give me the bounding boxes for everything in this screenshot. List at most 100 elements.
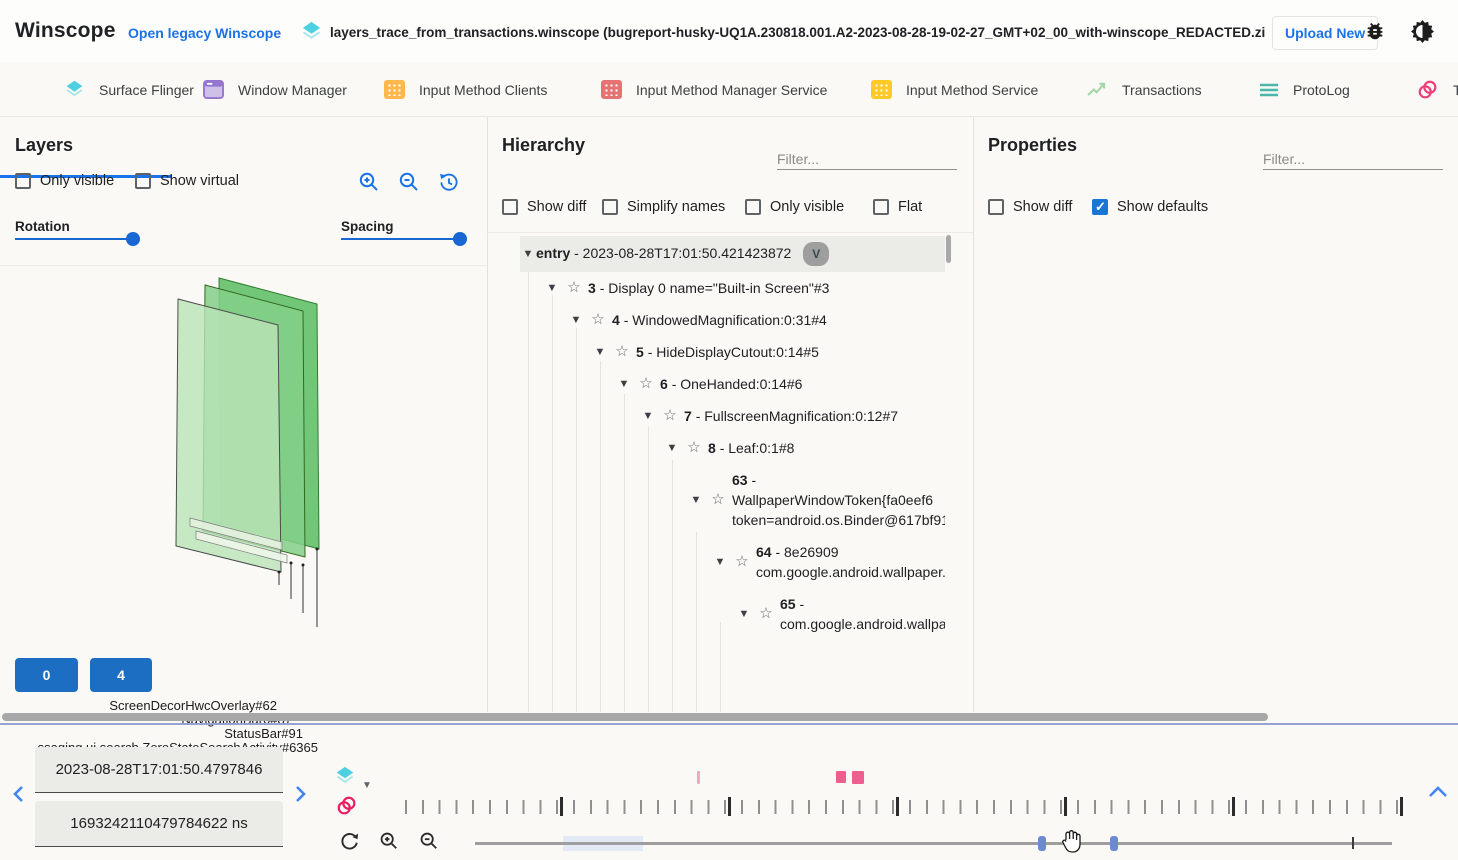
tree-node-text: entry - 2023-08-28T17:01:50.421423872 V: [536, 242, 945, 266]
dark-mode-toggle-icon[interactable]: [1411, 20, 1434, 48]
hierarchy-filter-input[interactable]: [777, 149, 957, 170]
spacing-label: Spacing: [341, 219, 394, 234]
checkbox-box: [135, 173, 151, 189]
timeline-ruler[interactable]: [405, 800, 1405, 814]
chevron-down-icon[interactable]: ▼: [568, 310, 584, 330]
tab-transactions[interactable]: Transactions: [1087, 62, 1202, 117]
spacing-slider-thumb[interactable]: [453, 232, 467, 246]
timeline-range-slider[interactable]: [475, 842, 1392, 845]
hierarchy-scrollbar[interactable]: [946, 235, 951, 263]
tab-transitions[interactable]: Transitions: [1417, 62, 1458, 117]
previous-entry-icon[interactable]: [10, 783, 28, 810]
expand-timeline-icon[interactable]: [1426, 783, 1450, 806]
refresh-icon[interactable]: [339, 830, 360, 856]
star-icon[interactable]: ☆: [614, 342, 630, 362]
chevron-down-icon[interactable]: ▼: [592, 342, 608, 362]
tree-node[interactable]: ▼ ☆ 4 - WindowedMagnification:0:31#4: [520, 304, 945, 336]
rotation-slider[interactable]: [15, 238, 140, 240]
timeline-zoom-out-icon[interactable]: [419, 831, 439, 856]
properties-panel-title: Properties: [988, 135, 1077, 156]
transition-marker[interactable]: [852, 771, 864, 784]
tree-node-text: 65 - com.google.android.wallpaper.effect…: [780, 594, 945, 634]
show-virtual-checkbox[interactable]: Show virtual: [135, 173, 239, 189]
timestamp-ns-input[interactable]: [35, 801, 283, 847]
tab-input-method-clients[interactable]: Input Method Clients: [384, 62, 547, 117]
chevron-down-icon[interactable]: ▼: [664, 438, 680, 458]
timeline-markers: [0, 771, 1458, 785]
chevron-down-icon[interactable]: ▼: [736, 604, 752, 624]
tree-node[interactable]: ▼☆ 7 - FullscreenMagnification:0:12#7: [520, 400, 945, 432]
tab-protolog[interactable]: ProtoLog: [1259, 62, 1350, 117]
tab-input-method-service[interactable]: Input Method Service: [871, 62, 1038, 117]
tree-top-divider: [487, 232, 973, 233]
properties-filter-input[interactable]: [1263, 149, 1443, 170]
star-icon[interactable]: ☆: [758, 604, 774, 624]
layers-icon: [64, 79, 85, 100]
star-icon[interactable]: ☆: [662, 406, 678, 426]
timestamp-human-input[interactable]: [35, 747, 283, 793]
show-diff-checkbox[interactable]: Show diff: [988, 199, 1072, 215]
tab-label: Surface Flinger: [99, 82, 194, 98]
tree-node-text: 4 - WindowedMagnification:0:31#4: [612, 310, 945, 330]
show-diff-checkbox[interactable]: Show diff: [502, 199, 586, 215]
tree-node[interactable]: ▼☆ 3 - Display 0 name="Built-in Screen"#…: [520, 272, 945, 304]
simplify-names-checkbox[interactable]: Simplify names: [602, 199, 725, 215]
loaded-trace-filename: layers_trace_from_transactions.winscope …: [330, 25, 1265, 40]
range-handle-right[interactable]: [1110, 836, 1118, 851]
chevron-down-icon[interactable]: ▼: [520, 244, 536, 264]
transition-marker[interactable]: [697, 771, 700, 784]
zoom-out-icon[interactable]: [398, 171, 420, 198]
tree-node[interactable]: ▼ ☆ 64 - 8e26909 com.google.android.wallp…: [520, 536, 945, 588]
tree-node[interactable]: ▼ ☆ 65 - com.google.android.wallpaper.eff…: [520, 588, 945, 640]
tab-label: Input Method Clients: [419, 82, 547, 98]
chevron-down-icon[interactable]: ▼: [544, 278, 560, 298]
star-icon[interactable]: ☆: [566, 278, 582, 298]
chevron-down-icon[interactable]: ▼: [616, 374, 632, 394]
tab-label: Transitions: [1453, 82, 1458, 98]
display-4-button[interactable]: 4: [90, 658, 152, 692]
star-icon[interactable]: ☆: [710, 490, 726, 510]
transition-marker[interactable]: [836, 771, 846, 783]
star-icon[interactable]: ☆: [686, 438, 702, 458]
tab-label: Input Method Manager Service: [636, 82, 827, 98]
only-visible-checkbox[interactable]: Only visible: [745, 199, 844, 215]
only-visible-checkbox[interactable]: Only visible: [15, 173, 114, 189]
star-icon[interactable]: ☆: [590, 310, 606, 330]
checkbox-box: [1092, 199, 1108, 215]
chevron-down-icon[interactable]: ▼: [688, 490, 704, 510]
flat-checkbox[interactable]: Flat: [873, 199, 922, 215]
tree-node-entry[interactable]: ▼ entry - 2023-08-28T17:01:50.421423872 …: [520, 236, 945, 272]
show-defaults-checkbox[interactable]: Show defaults: [1092, 199, 1208, 215]
display-0-button[interactable]: 0: [15, 658, 78, 692]
open-legacy-link[interactable]: Open legacy Winscope: [128, 25, 281, 41]
tree-node-text: 64 - 8e26909 com.google.android.wallpape…: [756, 542, 945, 582]
timeline-zoom-in-icon[interactable]: [379, 831, 399, 856]
tree-node[interactable]: ▼ ☆ 63 - WallpaperWindowToken{fa0eef6 tok…: [520, 464, 945, 536]
next-entry-icon[interactable]: [291, 783, 309, 810]
tree-node[interactable]: ▼☆ 8 - Leaf:0:1#8: [520, 432, 945, 464]
layer-label[interactable]: ScreenDecorHwcOverlay#62: [109, 698, 277, 713]
chevron-down-icon[interactable]: ▼: [640, 406, 656, 426]
range-handle-left[interactable]: [1038, 836, 1046, 851]
main-content: Layers Only visible Show virtual Rotatio…: [0, 117, 1458, 712]
upload-new-button[interactable]: Upload New: [1272, 16, 1378, 50]
tab-input-method-manager-service[interactable]: Input Method Manager Service: [601, 62, 827, 117]
horizontal-scrollbar[interactable]: [2, 713, 1268, 721]
tree-node-text: 63 - WallpaperWindowToken{fa0eef6 token=…: [732, 470, 945, 530]
tree-node[interactable]: ▼☆ 5 - HideDisplayCutout:0:14#5: [520, 336, 945, 368]
rotation-slider-thumb[interactable]: [126, 232, 140, 246]
chevron-down-icon[interactable]: ▼: [712, 552, 728, 572]
tab-surface-flinger[interactable]: Surface Flinger: [64, 62, 194, 117]
tab-window-manager[interactable]: Window Manager: [203, 62, 347, 117]
bug-report-icon[interactable]: [1364, 20, 1386, 47]
zoom-in-icon[interactable]: [358, 171, 380, 198]
checkbox-box: [745, 199, 761, 215]
trend-icon: [1087, 81, 1108, 98]
spacing-slider[interactable]: [341, 238, 463, 240]
star-icon[interactable]: ☆: [734, 552, 750, 572]
star-icon[interactable]: ☆: [638, 374, 654, 394]
layers-3d-view[interactable]: [0, 265, 486, 660]
app-header: Winscope Open legacy Winscope layers_tra…: [0, 0, 1458, 62]
tree-node[interactable]: ▼☆ 6 - OneHanded:0:14#6: [520, 368, 945, 400]
reset-view-icon[interactable]: [438, 171, 460, 198]
